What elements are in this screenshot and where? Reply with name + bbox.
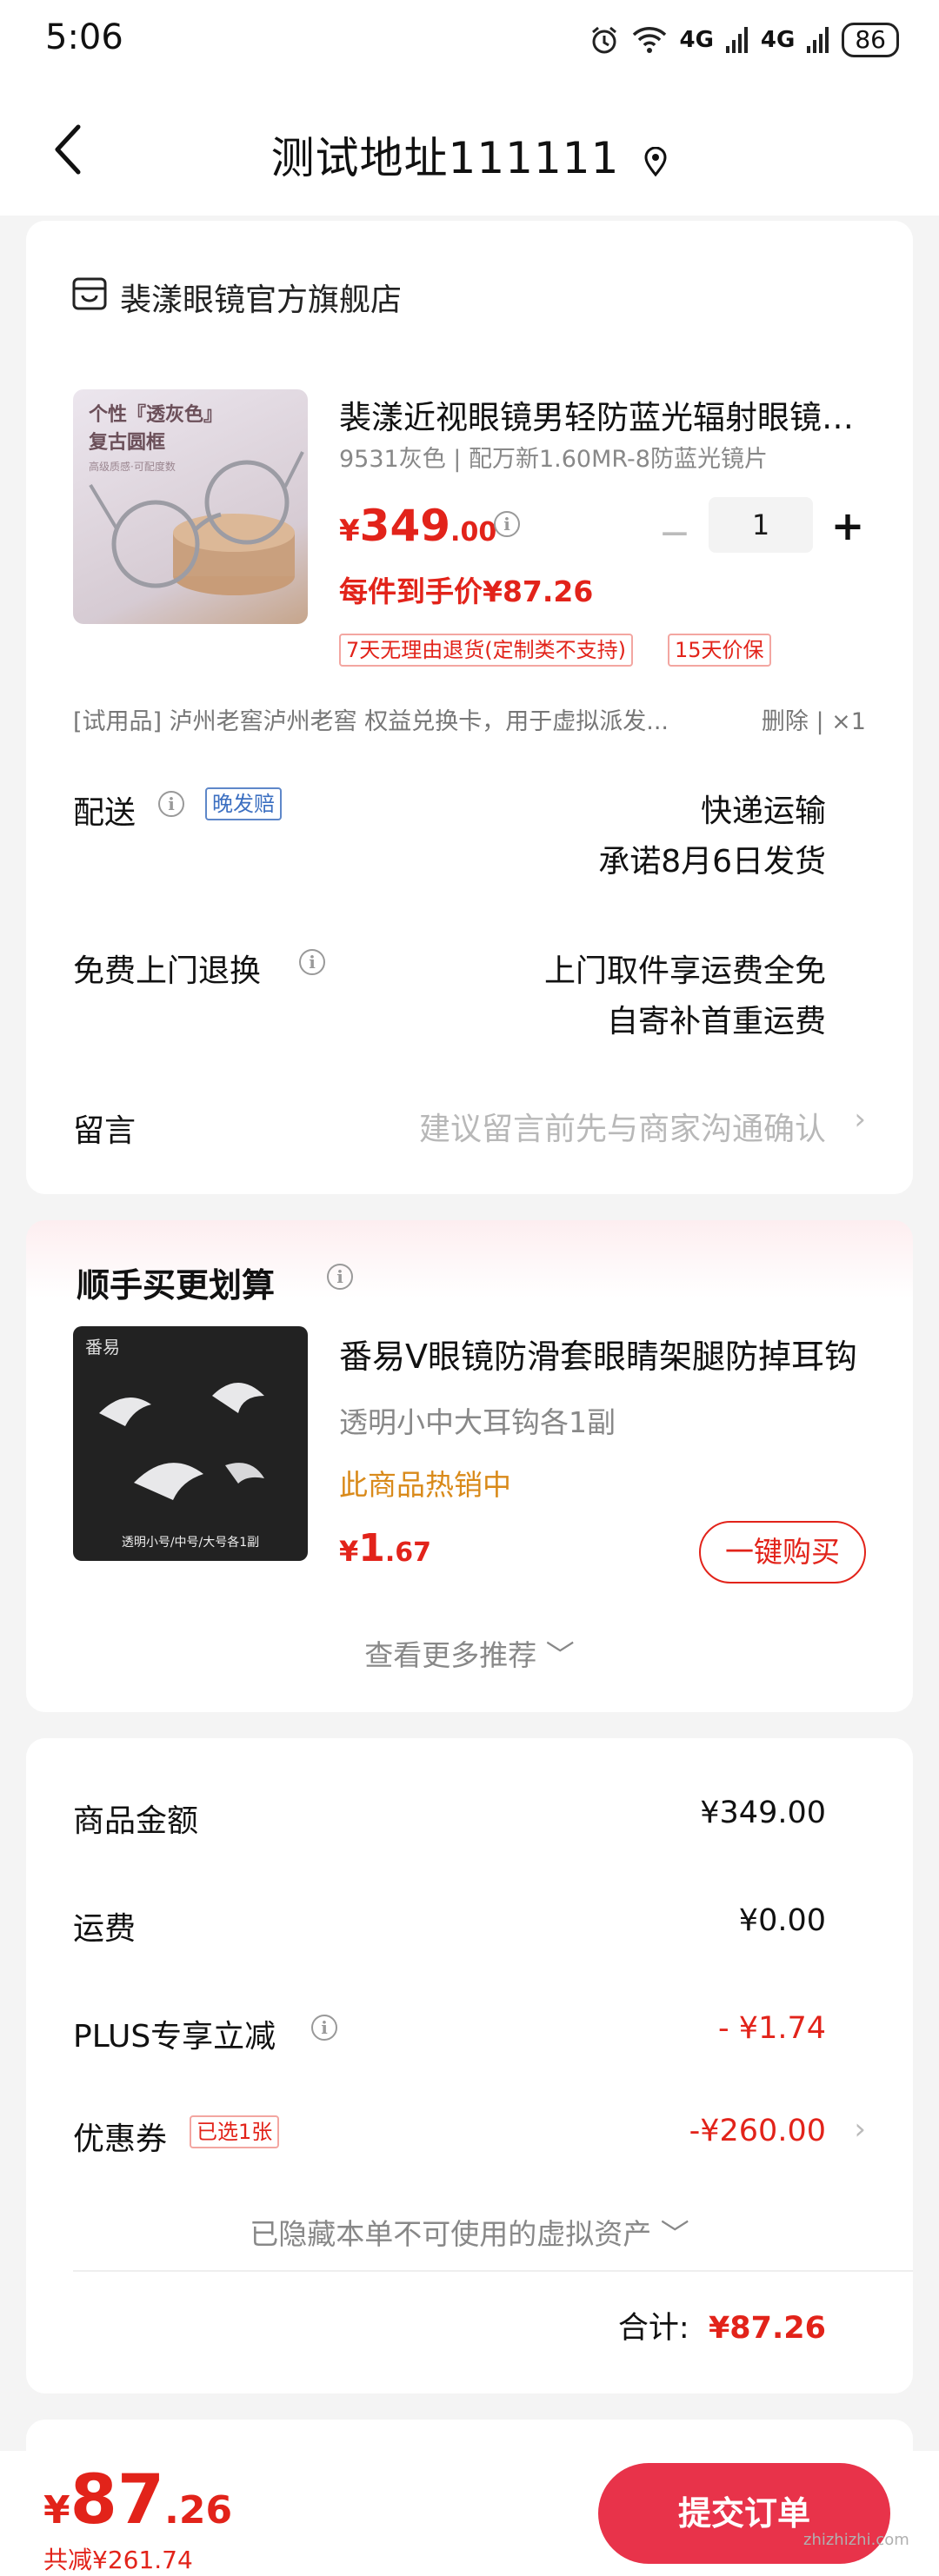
quantity-minus-button[interactable]: −	[657, 511, 692, 555]
trial-item: [试用品] 泸州老窖泸州老窖 权益兑换卡，用于虚拟派发...	[73, 702, 856, 736]
nav-bar: 测试地址111111	[0, 87, 939, 216]
price-dec: .67	[384, 1537, 432, 1568]
store-icon	[72, 277, 107, 310]
return-policy-tag: 7天无理由退货(定制类不支持)	[339, 634, 633, 667]
more-recommend-button[interactable]: 查看更多推荐 ﹀	[26, 1632, 913, 1674]
one-click-buy-button[interactable]: 一键购买	[699, 1521, 866, 1583]
product-thumbnail[interactable]: 个性『透灰色』 复古圆框 高级质感·可配度数	[73, 389, 308, 624]
shipping-label: 运费	[73, 1911, 137, 1947]
goods-amount-value: ¥349.00	[700, 1796, 826, 1830]
pay-amount: ¥87.26	[43, 2461, 232, 2539]
plus-discount-label: PLUS专享立减	[73, 2019, 276, 2055]
coupon-label: 优惠券	[73, 2121, 168, 2157]
total-saved: 共减¥261.74	[43, 2546, 193, 2574]
return-service-label: 免费上门退换	[73, 953, 262, 989]
coupon-value[interactable]: -¥260.00	[689, 2114, 826, 2148]
chevron-right-icon: ›	[854, 1102, 866, 1137]
plus-info-icon[interactable]: i	[311, 2015, 337, 2041]
signal-bars-icon	[725, 27, 748, 53]
watermark: zhizhizhi.com	[803, 2531, 909, 2549]
recommend-thumbnail[interactable]: 番易 透明小号/中号/大号各1副	[73, 1326, 308, 1561]
trial-delete-button[interactable]: 删除 | ×1	[762, 702, 866, 736]
recommend-heading: 顺手买更划算	[77, 1266, 276, 1305]
price-symbol: ¥	[339, 514, 360, 548]
product-price: ¥349.00	[339, 501, 496, 551]
delivery-label: 配送	[73, 795, 137, 831]
price-int: 349	[359, 501, 451, 551]
goods-amount-label: 商品金额	[73, 1803, 199, 1839]
recommend-title[interactable]: 番易V眼镜防滑套眼睛架腿防掉耳钩	[339, 1330, 861, 1378]
return-service-value-2: 自寄补首重运费	[606, 1004, 826, 1039]
price-int: 1	[358, 1526, 385, 1570]
address-title[interactable]: 测试地址111111	[0, 123, 939, 186]
message-label: 留言	[73, 1113, 137, 1149]
thumb-caption: 透明小号/中号/大号各1副	[121, 1536, 260, 1550]
delivery-promise[interactable]: 承诺8月6日发货	[598, 836, 826, 881]
address-text: 测试地址111111	[270, 133, 620, 183]
signal-2-label: 4G	[760, 27, 796, 53]
price-int: 87	[70, 2461, 165, 2539]
return-info-icon[interactable]: i	[299, 949, 325, 975]
signal-1-label: 4G	[679, 27, 714, 53]
hidden-assets-toggle[interactable]: 已隐藏本单不可使用的虚拟资产 ﹀	[0, 2211, 939, 2253]
price-dec: .26	[164, 2488, 233, 2533]
status-bar: 5:06 4G 4G 86	[0, 0, 939, 87]
price-dec: .00	[450, 517, 497, 548]
unit-price: 每件到手价¥87.26	[339, 574, 594, 608]
price-protect-tag: 15天价保	[668, 634, 771, 667]
status-icons: 4G 4G 86	[589, 23, 899, 57]
trial-item-text: [试用品] 泸州老窖泸州老窖 权益兑换卡，用于虚拟派发...	[73, 708, 669, 735]
delivery-info-icon[interactable]: i	[158, 791, 184, 817]
price-info-icon[interactable]: i	[494, 511, 520, 537]
hot-sale-label: 此商品热销中	[339, 1468, 511, 1502]
signal-bars-icon	[807, 27, 829, 53]
delivery-method[interactable]: 快递运输	[701, 786, 826, 831]
battery-icon: 86	[842, 23, 899, 57]
total-value: ¥87.26	[708, 2311, 826, 2346]
recommend-info-icon[interactable]: i	[327, 1264, 353, 1290]
status-time: 5:06	[45, 17, 123, 57]
glasses-image	[89, 451, 304, 595]
ear-hook-image	[99, 1383, 264, 1500]
product-title[interactable]: 裴漾近视眼镜男轻防蓝光辐射眼镜女款	[339, 391, 861, 438]
total-label: 合计:	[617, 2311, 689, 2346]
product-spec[interactable]: 9531灰色 | 配万新1.60MR-8防蓝光镜片	[339, 440, 768, 474]
total-row: 合计: ¥87.26	[618, 2303, 826, 2347]
recommend-price: ¥1.67	[339, 1526, 431, 1570]
chevron-right-icon: ›	[854, 2112, 866, 2147]
quantity-input[interactable]: 1	[709, 497, 813, 553]
location-pin-icon	[644, 146, 667, 176]
recommend-spec: 透明小中大耳钩各1副	[339, 1405, 616, 1439]
wifi-icon	[633, 27, 667, 53]
message-input[interactable]: 建议留言前先与商家沟通确认	[419, 1104, 826, 1149]
alarm-icon	[592, 26, 617, 54]
store-name[interactable]: 裴漾眼镜官方旗舰店	[120, 275, 402, 320]
price-symbol: ¥	[43, 2488, 70, 2533]
return-service-value-1: 上门取件享运费全免	[543, 953, 826, 989]
divider	[73, 2270, 913, 2272]
price-symbol: ¥	[339, 1535, 359, 1568]
quantity-plus-button[interactable]: +	[830, 502, 865, 549]
plus-discount-value: - ¥1.74	[718, 2011, 826, 2046]
bottom-bar: ¥87.26 共减¥261.74 提交订单	[0, 2451, 939, 2576]
coupon-selected-badge: 已选1张	[190, 2115, 280, 2148]
shipping-value: ¥0.00	[738, 1903, 826, 1938]
late-compensation-badge: 晚发赔	[205, 787, 282, 820]
